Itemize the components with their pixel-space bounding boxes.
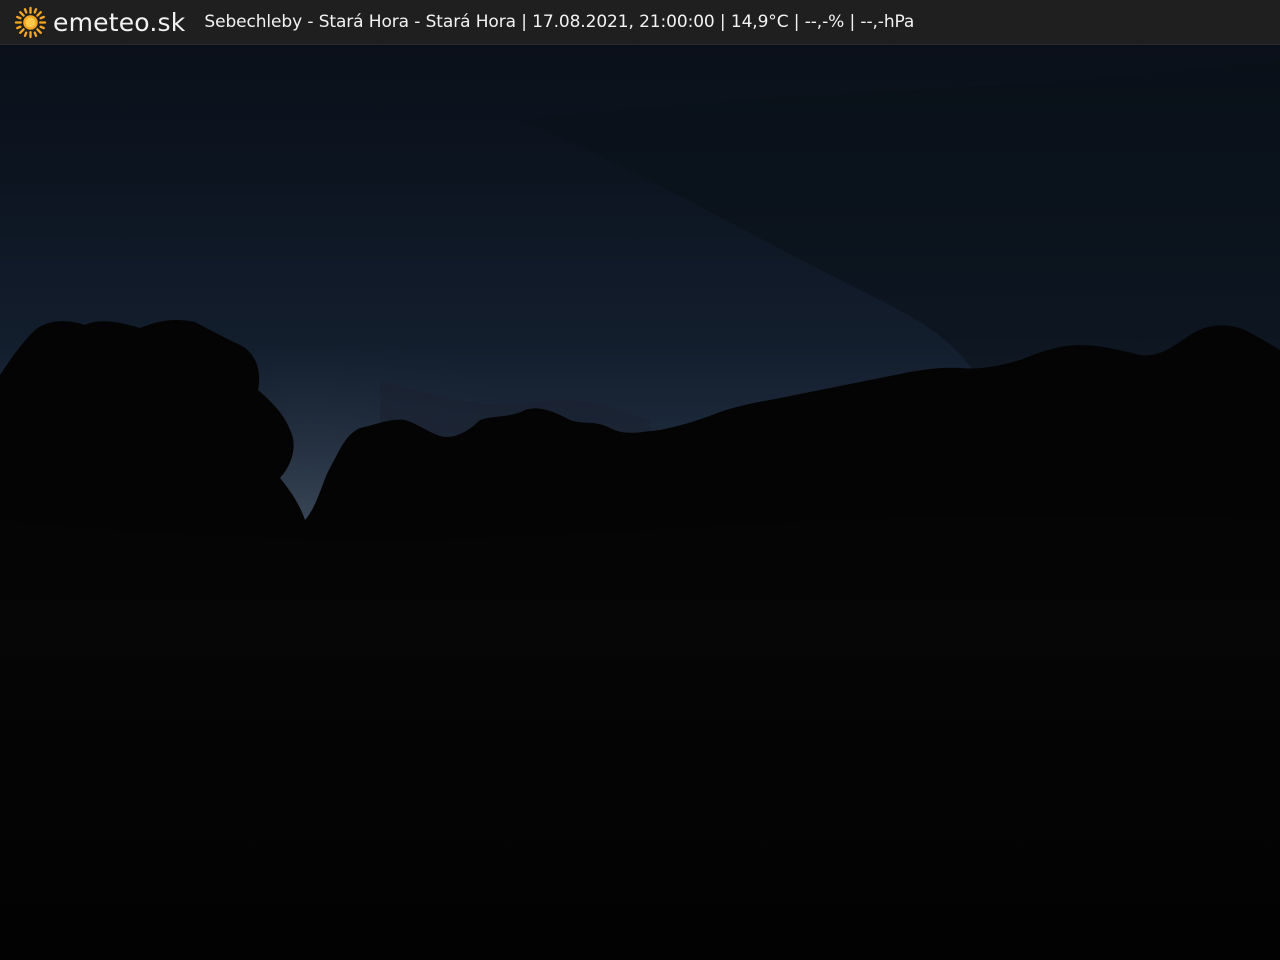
brand-name: emeteo.sk <box>53 7 186 37</box>
webcam-frame: emeteo.sk Sebechleby - Stará Hora - Star… <box>0 0 1280 960</box>
webcam-header-bar: emeteo.sk Sebechleby - Stará Hora - Star… <box>0 0 1280 45</box>
station-info: Sebechleby - Stará Hora - Stará Hora | 1… <box>204 11 915 32</box>
sun-icon <box>14 6 47 38</box>
webcam-image <box>0 0 1280 960</box>
emeteo-logo[interactable]: emeteo.sk <box>14 0 185 45</box>
